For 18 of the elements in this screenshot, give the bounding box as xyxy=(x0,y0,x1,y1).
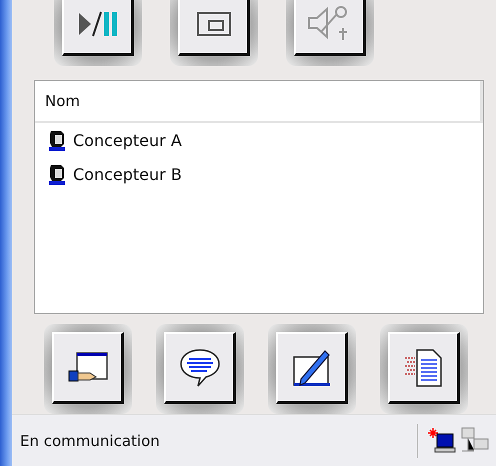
whiteboard-button[interactable] xyxy=(268,324,356,414)
status-text: En communication xyxy=(20,432,161,450)
participant-name[interactable]: Concepteur A xyxy=(73,130,182,150)
user-icon xyxy=(47,129,67,151)
column-header[interactable]: Nom xyxy=(35,81,483,123)
network-computers-icon xyxy=(460,426,490,454)
speech-bubble-icon xyxy=(178,348,220,388)
chat-button[interactable] xyxy=(156,324,244,414)
transfer-button[interactable] xyxy=(380,324,468,414)
computer-alert-icon xyxy=(428,428,458,454)
participant-name[interactable]: Concepteur B xyxy=(73,164,182,184)
play-pause-button[interactable] xyxy=(54,0,142,66)
window-button[interactable] xyxy=(170,0,258,66)
user-icon xyxy=(47,163,67,185)
document-transfer-icon xyxy=(402,348,444,388)
window-icon xyxy=(196,12,230,36)
share-button[interactable] xyxy=(44,324,132,414)
window-hand-icon xyxy=(66,350,108,384)
